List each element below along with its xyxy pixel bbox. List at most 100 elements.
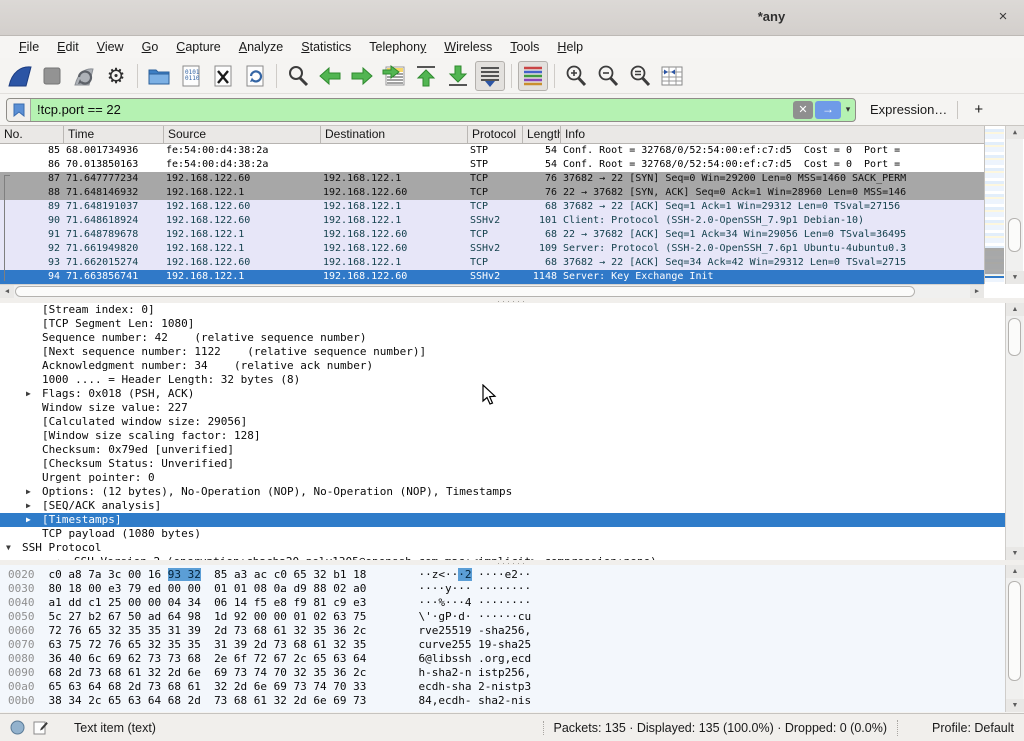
detail-row[interactable]: ▶Options: (12 bytes), No-Operation (NOP)… [0,485,1005,499]
capture-options-button[interactable]: ⚙ [101,61,131,91]
detail-row[interactable]: ▶Flags: 0x018 (PSH, ACK) [0,387,1005,401]
scroll-left-arrow[interactable]: ◀ [0,285,14,298]
menu-telephony[interactable]: Telephony [360,38,435,56]
scrollbar-thumb[interactable] [1008,218,1021,252]
detail-row[interactable]: Window size value: 227 [0,401,1005,415]
hex-row[interactable]: 00b038 34 2c 65 63 64 68 2d 73 68 61 32 … [0,694,1005,708]
menu-edit[interactable]: Edit [48,38,88,56]
packet-bytes-pane[interactable]: 0020c0 a8 7a 3c 00 16 93 32 85 a3 ac c0 … [0,565,1005,712]
packet-row-selected[interactable]: 9471.663856741192.168.122.1192.168.122.6… [0,270,984,284]
column-header-info[interactable]: Info [561,126,984,143]
menu-view[interactable]: View [88,38,133,56]
detail-row[interactable]: [Stream index: 0] [0,303,1005,317]
hex-row[interactable]: 0020c0 a8 7a 3c 00 16 93 32 85 a3 ac c0 … [0,568,1005,582]
detail-row[interactable]: ▼SSH Protocol [0,541,1005,555]
menu-help[interactable]: Help [548,38,592,56]
detail-row[interactable]: Checksum: 0x79ed [unverified] [0,443,1005,457]
hex-row[interactable]: 006072 76 65 32 35 35 31 39 2d 73 68 61 … [0,624,1005,638]
display-filter-input[interactable]: !tcp.port == 22 [31,102,793,117]
packet-list-vscrollbar[interactable]: ▲ ▼ [1005,126,1023,284]
intelligent-scrollbar-minimap[interactable] [984,126,1004,284]
menu-go[interactable]: Go [133,38,168,56]
column-header-no[interactable]: No. [0,126,64,143]
reload-file-button[interactable] [240,61,270,91]
stop-capture-button[interactable] [37,61,67,91]
scroll-up-arrow[interactable]: ▲ [1006,565,1024,578]
scrollbar-thumb[interactable] [1008,581,1021,681]
column-header-source[interactable]: Source [164,126,321,143]
detail-row[interactable]: 1000 .... = Header Length: 32 bytes (8) [0,373,1005,387]
column-header-protocol[interactable]: Protocol [468,126,523,143]
colorize-packets-button[interactable] [518,61,548,91]
packet-row[interactable]: 9171.648789678192.168.122.1192.168.122.6… [0,228,984,242]
detail-row[interactable]: [Checksum Status: Unverified] [0,457,1005,471]
close-file-button[interactable] [208,61,238,91]
resize-columns-button[interactable] [657,61,687,91]
packet-row[interactable]: 8971.648191037192.168.122.60192.168.122.… [0,200,984,214]
restart-capture-button[interactable] [69,61,99,91]
column-header-time[interactable]: Time [64,126,164,143]
packet-row[interactable]: 8871.648146932192.168.122.1192.168.122.6… [0,186,984,200]
detail-row[interactable]: TCP payload (1080 bytes) [0,527,1005,541]
scroll-up-arrow[interactable]: ▲ [1006,126,1024,139]
scrollbar-thumb[interactable] [1008,318,1021,356]
menu-capture[interactable]: Capture [167,38,229,56]
start-capture-button[interactable] [5,61,35,91]
scroll-up-arrow[interactable]: ▲ [1006,303,1024,316]
zoom-original-button[interactable] [625,61,655,91]
packet-row[interactable]: 8771.647777234192.168.122.60192.168.122.… [0,172,984,186]
hex-row[interactable]: 003080 18 00 e3 79 ed 00 00 01 01 08 0a … [0,582,1005,596]
menu-file[interactable]: File [10,38,48,56]
hex-row[interactable]: 00a065 63 64 68 2d 73 68 61 32 2d 6e 69 … [0,680,1005,694]
bytes-vscrollbar[interactable]: ▲ ▼ [1005,565,1023,712]
filter-history-caret[interactable]: ▾ [841,104,855,115]
zoom-in-button[interactable] [561,61,591,91]
detail-row[interactable]: Acknowledgment number: 34 (relative ack … [0,359,1005,373]
profile-selector[interactable]: Profile: Default [932,721,1014,735]
column-header-destination[interactable]: Destination [321,126,468,143]
capture-comment-button[interactable] [33,720,48,735]
save-file-button[interactable]: 01010110 [176,61,206,91]
details-vscrollbar[interactable]: ▲ ▼ [1005,303,1023,560]
filter-clear-button[interactable]: ✕ [793,101,813,119]
hex-row[interactable]: 009068 2d 73 68 61 32 2d 6e 69 73 74 70 … [0,666,1005,680]
scroll-down-arrow[interactable]: ▼ [1006,271,1024,284]
packet-list-hscrollbar[interactable]: ◀ ▶ [0,284,984,298]
auto-scroll-button[interactable] [475,61,505,91]
scroll-down-arrow[interactable]: ▼ [1006,547,1024,560]
detail-row[interactable]: [Calculated window size: 29056] [0,415,1005,429]
detail-row[interactable]: [Window size scaling factor: 128] [0,429,1005,443]
add-filter-button[interactable]: + [968,101,989,118]
go-to-packet-button[interactable] [379,61,409,91]
packet-row[interactable]: 9371.662015274192.168.122.60192.168.122.… [0,256,984,270]
detail-row[interactable]: [Next sequence number: 1122 (relative se… [0,345,1005,359]
detail-row[interactable]: [TCP Segment Len: 1080] [0,317,1005,331]
packet-row[interactable]: 8670.013850163fe:54:00:d4:38:2aSTP54Conf… [0,158,984,172]
go-first-packet-button[interactable] [411,61,441,91]
menu-statistics[interactable]: Statistics [292,38,360,56]
open-file-button[interactable] [144,61,174,91]
expression-button[interactable]: Expression… [870,102,947,117]
scroll-down-arrow[interactable]: ▼ [1006,699,1024,712]
filter-apply-button[interactable]: → [815,101,841,119]
column-header-length[interactable]: Length [523,126,561,143]
filter-bookmark-button[interactable] [7,98,31,122]
packet-row[interactable]: 9271.661949820192.168.122.1192.168.122.6… [0,242,984,256]
menu-analyze[interactable]: Analyze [230,38,292,56]
find-packet-button[interactable] [283,61,313,91]
hex-row[interactable]: 007063 75 72 76 65 32 35 35 31 39 2d 73 … [0,638,1005,652]
packet-row[interactable]: 8568.001734936fe:54:00:d4:38:2aSTP54Conf… [0,144,984,158]
hex-row[interactable]: 0040a1 dd c1 25 00 00 04 34 06 14 f5 e8 … [0,596,1005,610]
go-forward-button[interactable] [347,61,377,91]
packet-row[interactable]: 9071.648618924192.168.122.60192.168.122.… [0,214,984,228]
close-window-button[interactable]: × [994,8,1012,26]
scrollbar-thumb[interactable] [15,286,915,297]
hex-row[interactable]: 00505c 27 b2 67 50 ad 64 98 1d 92 00 00 … [0,610,1005,624]
menu-tools[interactable]: Tools [501,38,548,56]
detail-row[interactable]: Urgent pointer: 0 [0,471,1005,485]
menu-wireless[interactable]: Wireless [435,38,501,56]
detail-row[interactable]: ▶[SEQ/ACK analysis] [0,499,1005,513]
detail-row-selected[interactable]: ▶[Timestamps] [0,513,1005,527]
detail-row[interactable]: Sequence number: 42 (relative sequence n… [0,331,1005,345]
zoom-out-button[interactable] [593,61,623,91]
